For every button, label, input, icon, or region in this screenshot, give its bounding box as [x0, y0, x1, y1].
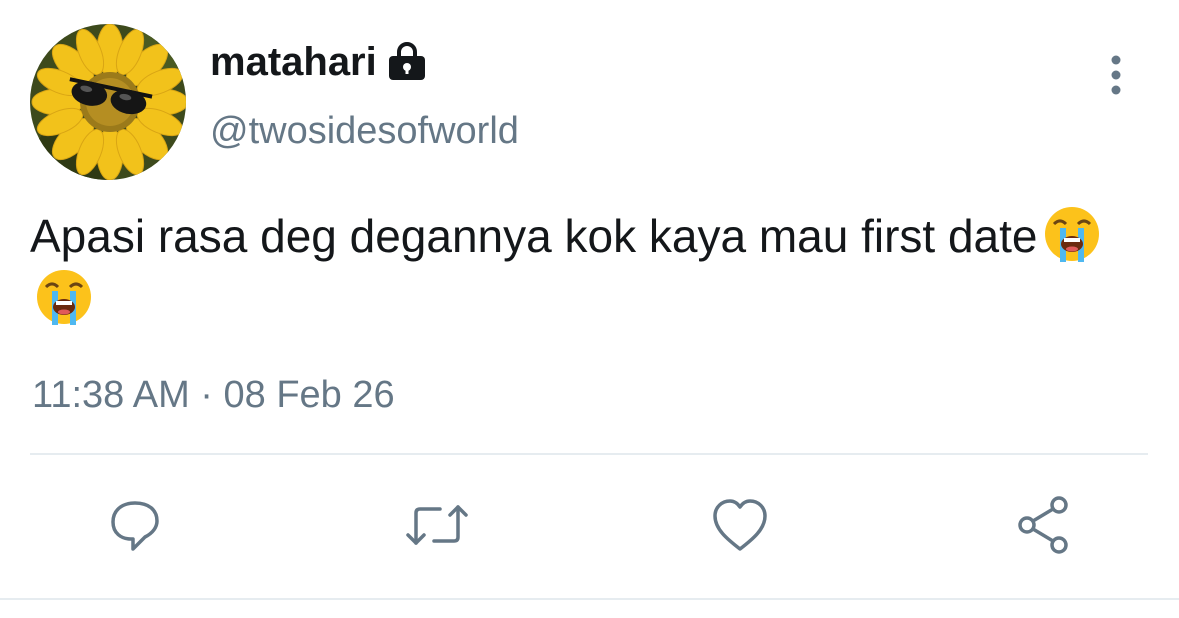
divider	[30, 453, 1148, 455]
reply-icon	[111, 501, 159, 551]
reply-button[interactable]	[100, 490, 170, 560]
display-name-row: matahari	[210, 40, 429, 85]
retweet-icon	[406, 505, 468, 545]
loudly-crying-face-emoji-icon	[34, 267, 94, 327]
tweet-card: matahari @twosidesofworld Apasi rasa deg…	[0, 0, 1179, 618]
heart-icon	[713, 499, 767, 551]
lock-icon	[385, 41, 429, 85]
share-button[interactable]	[1008, 490, 1078, 560]
tweet-text: Apasi rasa deg degannya kok kaya mau fir…	[30, 204, 1130, 330]
loudly-crying-face-emoji-icon	[1042, 204, 1102, 264]
share-icon	[1018, 496, 1068, 554]
meta-separator: ·	[200, 374, 213, 416]
divider	[0, 598, 1179, 600]
display-name[interactable]: matahari	[210, 40, 377, 85]
user-handle[interactable]: @twosidesofworld	[210, 110, 519, 153]
sunflower-avatar-icon	[30, 24, 186, 180]
tweet-timestamp[interactable]: 11:38 AM · 08 Feb 26	[32, 374, 395, 417]
avatar[interactable]	[30, 24, 186, 180]
tweet-text-body: Apasi rasa deg degannya kok kaya mau fir…	[30, 210, 1038, 262]
retweet-button[interactable]	[402, 490, 472, 560]
more-vertical-icon[interactable]	[1096, 52, 1136, 98]
action-bar	[0, 490, 1179, 560]
tweet-time: 11:38 AM	[32, 374, 190, 416]
tweet-date: 08 Feb 26	[223, 374, 395, 416]
like-button[interactable]	[705, 490, 775, 560]
